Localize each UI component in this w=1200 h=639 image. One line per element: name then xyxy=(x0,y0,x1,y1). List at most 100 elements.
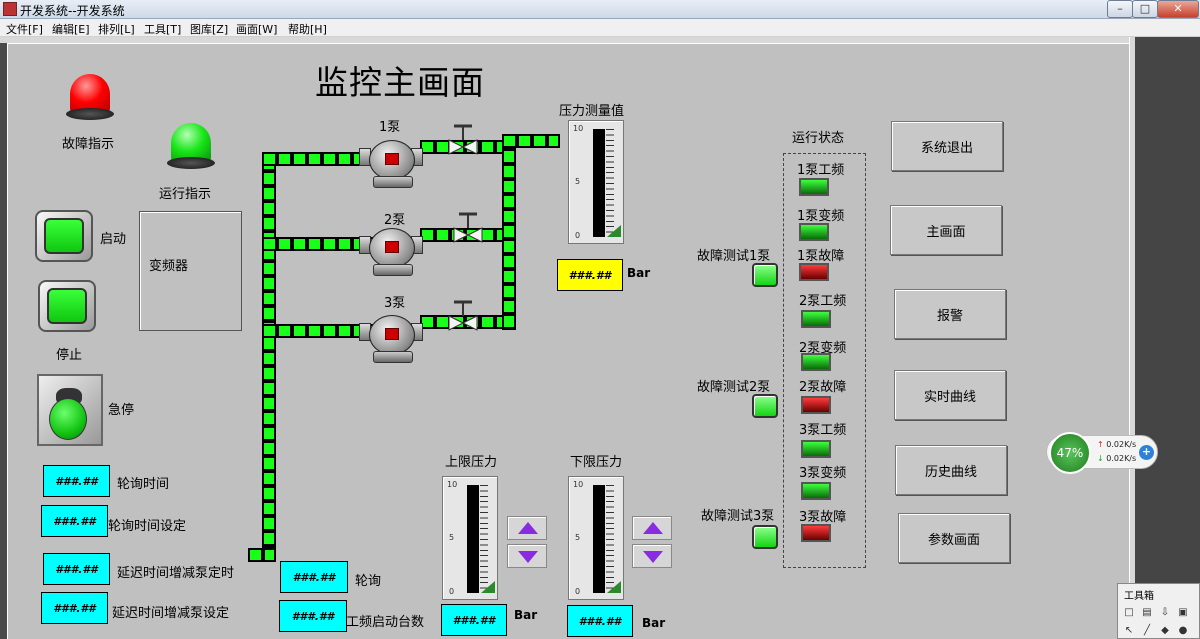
status-led-2-vfd xyxy=(801,353,831,371)
arrow-down-icon: ↓ xyxy=(1097,454,1104,463)
status-led-1-vfd xyxy=(799,223,829,241)
upper-increase-button[interactable] xyxy=(507,516,547,540)
exit-system-button[interactable]: 系统退出 xyxy=(891,121,1003,171)
lower-increase-button[interactable] xyxy=(632,516,672,540)
gauge-tick: 0 xyxy=(449,587,455,596)
save-icon[interactable]: ▣ xyxy=(1176,606,1190,620)
close-button[interactable]: ✕ xyxy=(1157,0,1199,18)
menu-file[interactable]: 文件[F] xyxy=(6,21,43,37)
fault-test-2-label: 故障测试2泵 xyxy=(697,380,771,395)
title-bar: 开发系统--开发系统 – □ ✕ xyxy=(0,0,1200,19)
vfd-label: 变频器 xyxy=(149,259,189,274)
menu-library[interactable]: 图库[Z] xyxy=(190,21,228,37)
status-led-1-fault xyxy=(799,263,829,281)
maximize-button[interactable]: □ xyxy=(1132,0,1158,18)
gauge-tick: 5 xyxy=(575,533,581,542)
status-item-label: 1泵工频 xyxy=(797,163,845,178)
menu-tools[interactable]: 工具[T] xyxy=(144,21,181,37)
status-item-label: 2泵故障 xyxy=(799,380,847,395)
realtime-curve-button[interactable]: 实时曲线 xyxy=(894,370,1006,420)
upper-pressure-unit: Bar xyxy=(514,608,538,622)
param-label-line-start-count: 工频启动台数 xyxy=(346,615,425,630)
pump1-label: 1泵 xyxy=(379,120,401,135)
net-percent: 47% xyxy=(1049,432,1091,474)
net-download-value: 0.02K/s xyxy=(1106,454,1137,463)
menu-edit[interactable]: 编辑[E] xyxy=(52,21,90,37)
gauge-pointer-icon xyxy=(607,581,621,593)
status-item-label: 1泵变频 xyxy=(797,209,845,224)
param-field-delay-timer[interactable]: ###.## xyxy=(43,553,110,585)
pump-1-icon[interactable] xyxy=(359,136,425,192)
status-title: 运行状态 xyxy=(792,131,845,146)
gauge-tick: 10 xyxy=(447,480,458,489)
gauge-tick: 0 xyxy=(575,587,581,596)
plus-icon[interactable]: + xyxy=(1139,445,1154,460)
fault-test-1-button[interactable] xyxy=(752,263,778,287)
lower-pressure-gauge: 10 5 0 xyxy=(568,476,624,600)
pressure-label: 压力测量值 xyxy=(559,104,625,119)
param-field-delay-setting[interactable]: ###.## xyxy=(41,592,108,624)
param-field-poll-time-setting[interactable]: ###.## xyxy=(41,505,108,537)
menu-bar: 文件[F] 编辑[E] 排列[L] 工具[T] 图库[Z] 画面[W] 帮助[H… xyxy=(0,19,1200,37)
upper-pressure-value[interactable]: ###.## xyxy=(441,604,507,636)
arrow-down-icon xyxy=(518,551,538,563)
menu-help[interactable]: 帮助[H] xyxy=(288,21,327,37)
line-tool-icon[interactable]: ╱ xyxy=(1140,624,1154,638)
pump3-label: 3泵 xyxy=(384,296,406,311)
param-field-poll[interactable]: ###.## xyxy=(280,561,348,593)
fault-test-3-label: 故障测试3泵 xyxy=(701,509,775,524)
gauge-tick: 10 xyxy=(573,124,584,133)
lower-pressure-unit: Bar xyxy=(642,616,666,630)
minimize-button[interactable]: – xyxy=(1107,0,1133,18)
import-icon[interactable]: ⇩ xyxy=(1158,606,1172,620)
open-folder-icon[interactable]: ▤ xyxy=(1140,606,1154,620)
history-curve-button[interactable]: 历史曲线 xyxy=(895,445,1007,495)
new-file-icon[interactable]: □ xyxy=(1122,606,1136,620)
arrow-up-icon xyxy=(643,522,663,534)
status-item-label: 1泵故障 xyxy=(797,249,845,264)
pipe-outlet xyxy=(502,134,560,148)
lower-decrease-button[interactable] xyxy=(632,544,672,568)
fault-lamp-icon xyxy=(64,74,116,126)
status-led-3-fault xyxy=(801,524,831,542)
pipe-bottom-stub xyxy=(248,548,276,562)
arrow-up-icon xyxy=(518,522,538,534)
valve-1-icon[interactable] xyxy=(446,122,480,156)
gauge-tick: 5 xyxy=(575,177,581,186)
emergency-stop-button[interactable] xyxy=(37,374,103,446)
param-label-delay-setting: 延迟时间增减泵设定 xyxy=(112,606,230,621)
shape-tool-icon[interactable]: ◆ xyxy=(1158,624,1172,638)
pump-3-icon[interactable] xyxy=(359,311,425,367)
start-button[interactable] xyxy=(35,210,93,262)
param-field-poll-time[interactable]: ###.## xyxy=(43,465,110,497)
alarm-button[interactable]: 报警 xyxy=(894,289,1006,339)
fault-test-1-label: 故障测试1泵 xyxy=(697,249,771,264)
lower-pressure-value[interactable]: ###.## xyxy=(567,605,633,637)
upper-decrease-button[interactable] xyxy=(507,544,547,568)
run-lamp-icon xyxy=(165,123,217,175)
pressure-gauge: 10 5 0 xyxy=(568,120,624,244)
main-screen-button[interactable]: 主画面 xyxy=(890,205,1002,255)
parameter-screen-button[interactable]: 参数画面 xyxy=(898,513,1010,563)
pump-2-icon[interactable] xyxy=(359,224,425,280)
start-label: 启动 xyxy=(100,232,127,247)
stop-button[interactable] xyxy=(38,280,96,332)
param-field-line-start-count[interactable]: ###.## xyxy=(279,600,347,632)
valve-2-icon[interactable] xyxy=(451,210,485,244)
menu-screen[interactable]: 画面[W] xyxy=(236,21,277,37)
app-icon xyxy=(3,2,17,16)
fault-test-3-button[interactable] xyxy=(752,525,778,549)
stop-label: 停止 xyxy=(56,348,83,363)
pointer-icon[interactable]: ↖ xyxy=(1122,624,1136,638)
page-title: 监控主画面 xyxy=(315,63,485,102)
param-label-poll-time: 轮询时间 xyxy=(117,477,170,492)
valve-3-icon[interactable] xyxy=(446,298,480,332)
network-speed-widget[interactable]: 47% ↑ 0.02K/s ↓ 0.02K/s + xyxy=(1046,432,1158,474)
pressure-unit: Bar xyxy=(627,266,651,280)
menu-arrange[interactable]: 排列[L] xyxy=(98,21,135,37)
ellipse-tool-icon[interactable]: ● xyxy=(1176,624,1190,638)
net-download: ↓ 0.02K/s xyxy=(1097,454,1136,463)
gauge-pointer-icon xyxy=(607,225,621,237)
fault-test-2-button[interactable] xyxy=(752,394,778,418)
pipe-branch-3 xyxy=(262,324,374,338)
